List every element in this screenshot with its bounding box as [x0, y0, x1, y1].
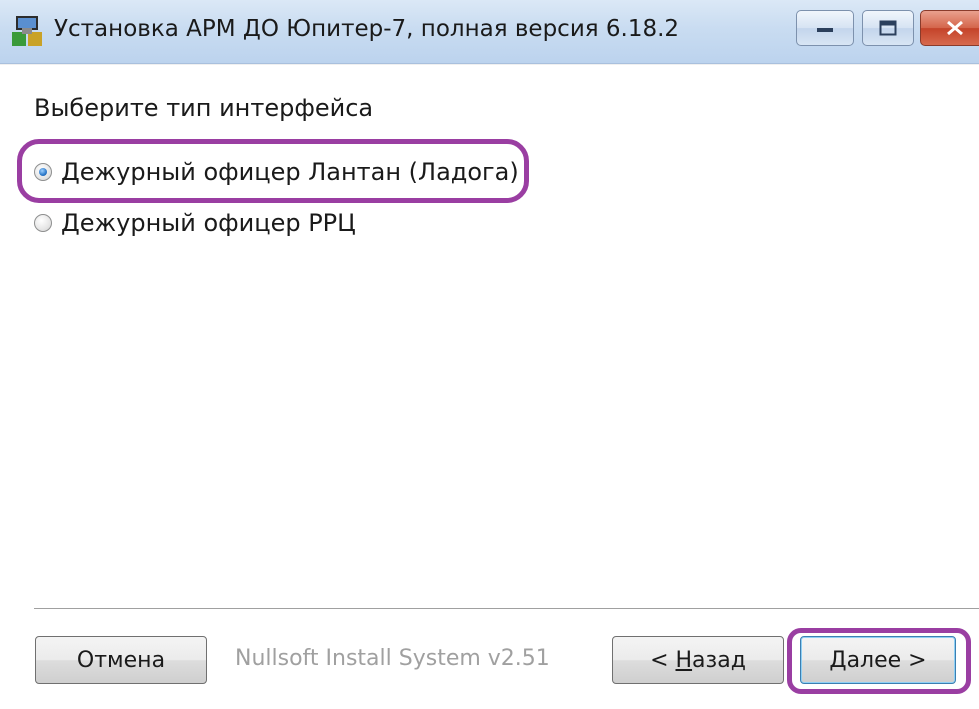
installer-window: Установка АРМ ДО Юпитер-7, полная версия… — [0, 0, 979, 709]
back-mnemonic: Н — [675, 647, 693, 673]
nsis-branding: Nullsoft Install System v2.51 — [235, 646, 550, 671]
annotation-highlight-option — [17, 139, 529, 203]
back-button[interactable]: < Назад — [612, 636, 784, 684]
annotation-highlight-next — [787, 628, 971, 694]
option-rrc[interactable]: Дежурный офицер РРЦ — [34, 206, 356, 240]
back-prefix: < — [650, 647, 676, 673]
maximize-button[interactable] — [862, 10, 914, 46]
option-label: Дежурный офицер РРЦ — [61, 209, 356, 237]
cancel-button[interactable]: Отмена — [35, 636, 207, 684]
radio-button-unchecked[interactable] — [34, 214, 52, 232]
installer-icon — [10, 14, 44, 48]
footer-divider — [34, 608, 979, 612]
window-title: Установка АРМ ДО Юпитер-7, полная версия… — [54, 16, 680, 42]
back-rest: азад — [692, 647, 746, 673]
page-heading: Выберите тип интерфейса — [34, 94, 374, 122]
minimize-button[interactable] — [796, 10, 854, 46]
close-button[interactable] — [920, 10, 979, 46]
title-bar[interactable]: Установка АРМ ДО Юпитер-7, полная версия… — [0, 0, 979, 64]
